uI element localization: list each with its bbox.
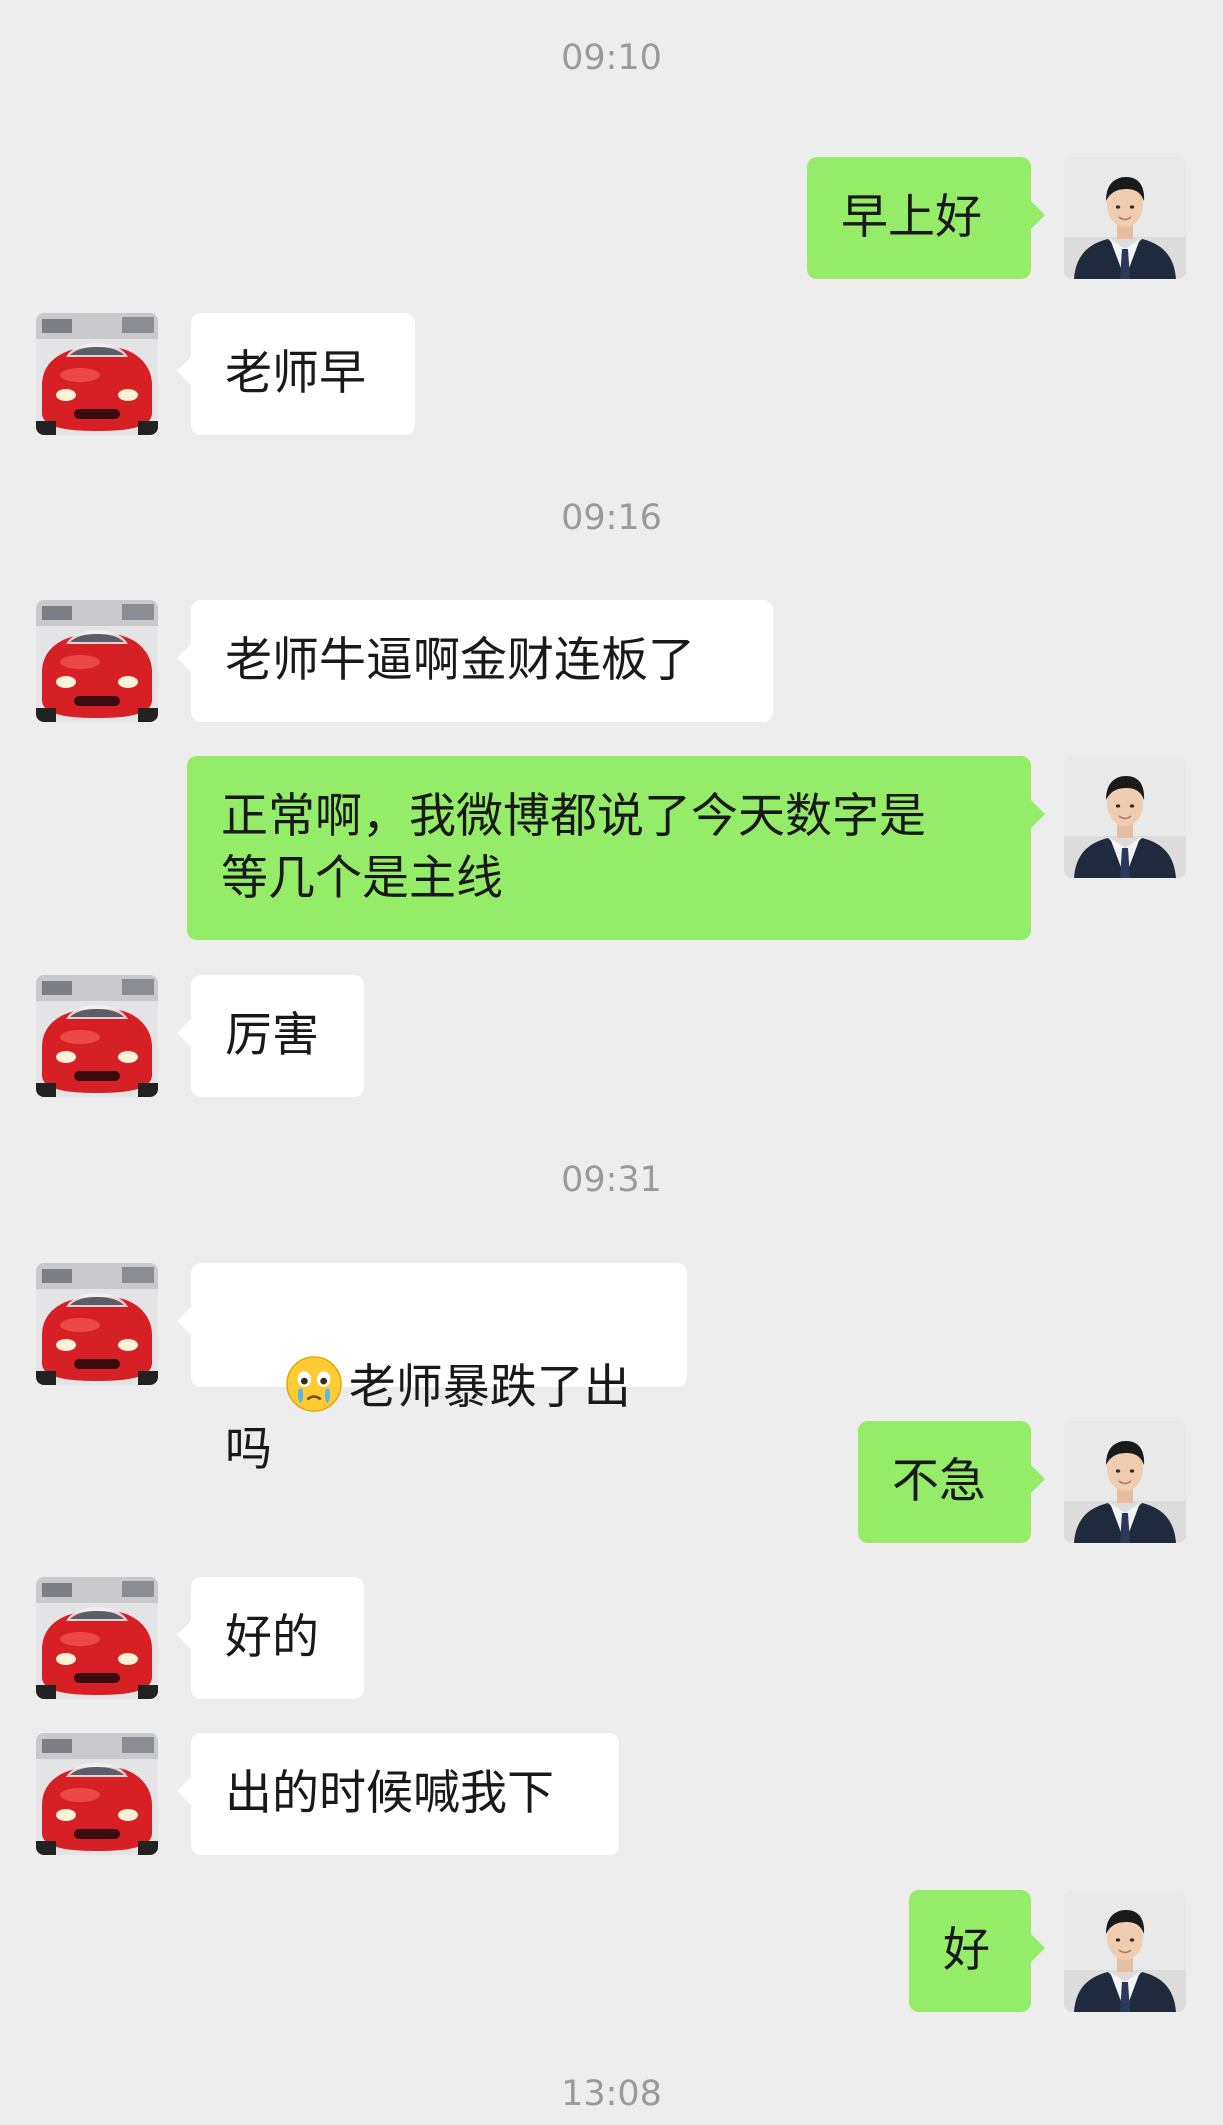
chat-message-list[interactable]: 09:10 早上好 老师早 09:16 老师牛逼啊金财连板了 正常啊，我微博都说… [0,0,1223,2125]
red-sports-car-avatar-icon [36,1733,158,1855]
red-sports-car-avatar-icon [36,313,158,435]
contact-avatar[interactable] [36,1733,158,1855]
contact-avatar[interactable] [36,313,158,435]
contact-avatar[interactable] [36,1577,158,1699]
red-sports-car-avatar-icon [36,1577,158,1699]
self-avatar[interactable] [1064,1421,1186,1543]
timestamp: 13:08 [561,2074,662,2114]
received-message-bubble[interactable]: 好的 [177,1577,364,1699]
received-message-bubble[interactable]: 老师牛逼啊金财连板了 [177,600,773,722]
sent-message-bubble[interactable]: 正常啊，我微博都说了今天数字是 等几个是主线 [187,756,1045,940]
contact-avatar[interactable] [36,600,158,722]
contact-avatar[interactable] [36,1263,158,1385]
man-in-suit-avatar-icon [1064,157,1186,279]
timestamp: 09:31 [561,1160,662,1200]
self-avatar[interactable] [1064,1890,1186,2012]
sent-message-bubble[interactable]: 好 [909,1890,1045,2012]
contact-avatar[interactable] [36,975,158,1097]
received-message-bubble[interactable]: 老师早 [177,313,415,435]
self-avatar[interactable] [1064,756,1186,878]
man-in-suit-avatar-icon [1064,756,1186,878]
red-sports-car-avatar-icon [36,1263,158,1385]
timestamp: 09:16 [561,498,662,538]
red-sports-car-avatar-icon [36,600,158,722]
self-avatar[interactable] [1064,157,1186,279]
received-message-bubble[interactable]: 出的时候喊我下 [177,1733,619,1855]
sent-message-bubble[interactable]: 不急 [858,1421,1045,1543]
timestamp: 09:10 [561,38,662,78]
received-message-bubble[interactable]: 厉害 [177,975,364,1097]
received-message-bubble[interactable]: 老师暴跌了出吗 [177,1263,687,1477]
red-sports-car-avatar-icon [36,975,158,1097]
sent-message-bubble[interactable]: 早上好 [807,157,1045,279]
man-in-suit-avatar-icon [1064,1890,1186,2012]
man-in-suit-avatar-icon [1064,1421,1186,1543]
crying-face-emoji-icon [285,1356,342,1412]
